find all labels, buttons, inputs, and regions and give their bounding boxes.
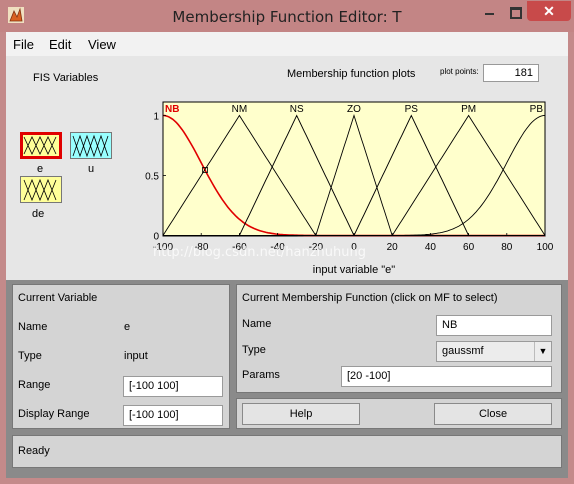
mf-type-value: gaussmf <box>442 345 484 357</box>
x-tick-label: 80 <box>501 242 513 253</box>
chevron-down-icon[interactable]: ▼ <box>534 342 551 361</box>
x-tick-label: 20 <box>387 242 399 253</box>
x-tick-label: 60 <box>463 242 475 253</box>
mf-label-ns[interactable]: NS <box>290 104 304 115</box>
fis-variable-e-label: e <box>37 163 44 175</box>
mf-name-label: Name <box>242 318 272 330</box>
mf-name-field[interactable]: NB <box>436 315 552 336</box>
close-button[interactable]: Close <box>434 403 552 425</box>
variable-name-value: e <box>124 321 131 333</box>
mf-label-nb[interactable]: NB <box>165 104 179 115</box>
x-tick-label: 100 <box>537 242 554 253</box>
minimize-button[interactable] <box>476 1 502 21</box>
close-window-button[interactable]: ✕ <box>527 1 571 21</box>
plot-title: Membership function plots <box>287 68 416 80</box>
status-bar: Ready <box>12 435 562 468</box>
fis-variable-u-icon[interactable] <box>70 132 112 159</box>
mf-label-ps[interactable]: PS <box>405 104 419 115</box>
mf-label-zo[interactable]: ZO <box>347 104 361 115</box>
current-mf-heading: Current Membership Function (click on MF… <box>242 292 498 304</box>
display-range-label: Display Range <box>18 408 90 420</box>
mf-label-pb[interactable]: PB <box>530 104 544 115</box>
menu-file[interactable]: File <box>13 37 34 52</box>
plot-points-field[interactable]: 181 <box>483 64 539 82</box>
watermark-text: http://blog.csdn.net/hanzhuhung <box>153 245 366 260</box>
maximize-icon <box>510 7 522 19</box>
plot-background <box>162 101 546 237</box>
maximize-button[interactable] <box>502 1 527 21</box>
mf-type-label: Type <box>242 344 266 356</box>
window-frame: Membership Function Editor: T ✕ File Edi… <box>0 0 574 484</box>
plot-points-label: plot points: <box>440 67 479 76</box>
menu-view[interactable]: View <box>88 37 116 52</box>
y-tick-label: 1 <box>153 112 159 123</box>
buttons-panel: Help Close <box>236 398 562 429</box>
y-tick-label: 0.5 <box>145 172 159 183</box>
bottom-area: Current Variable Name e Type input Range… <box>6 280 568 478</box>
fis-variable-u-label: u <box>88 163 95 175</box>
mf-params-label: Params <box>242 369 280 381</box>
menu-bar: File Edit View <box>6 32 568 56</box>
variable-type-value: input <box>124 350 148 362</box>
variable-type-label: Type <box>18 350 42 362</box>
display-range-field[interactable]: [-100 100] <box>123 405 223 426</box>
status-text: Ready <box>18 445 50 457</box>
mf-label-nm[interactable]: NM <box>232 104 248 115</box>
y-tick-label: 0 <box>153 232 159 243</box>
mf-label-pm[interactable]: PM <box>461 104 476 115</box>
menu-edit[interactable]: Edit <box>49 37 71 52</box>
title-bar[interactable]: Membership Function Editor: T ✕ <box>0 0 574 32</box>
current-variable-heading: Current Variable <box>18 292 98 304</box>
variable-name-label: Name <box>18 321 48 333</box>
current-variable-panel: Current Variable Name e Type input Range… <box>12 284 230 429</box>
minimize-icon <box>485 13 494 15</box>
current-mf-panel: Current Membership Function (click on MF… <box>236 284 562 393</box>
range-label: Range <box>18 379 51 391</box>
x-tick-label: 40 <box>425 242 437 253</box>
close-icon: ✕ <box>543 3 555 19</box>
membership-function-plot[interactable]: NB NM NS ZO PS PM PB -100 -80 -60 -40 -20 0 20 40 60 80… <box>145 101 554 284</box>
client-area: File Edit View FIS Variables e u de Memb… <box>6 32 568 478</box>
fis-variable-de-label: de <box>32 208 45 220</box>
x-axis-label: input variable "e" <box>313 264 396 276</box>
fis-variables-heading: FIS Variables <box>33 72 99 84</box>
range-field[interactable]: [-100 100] <box>123 376 223 397</box>
mf-type-select[interactable]: gaussmf ▼ <box>436 341 552 362</box>
fis-variable-e-icon[interactable] <box>20 132 62 159</box>
fis-variable-de-icon[interactable] <box>20 176 62 203</box>
help-button[interactable]: Help <box>242 403 360 425</box>
mf-params-field[interactable]: [20 -100] <box>341 366 552 387</box>
